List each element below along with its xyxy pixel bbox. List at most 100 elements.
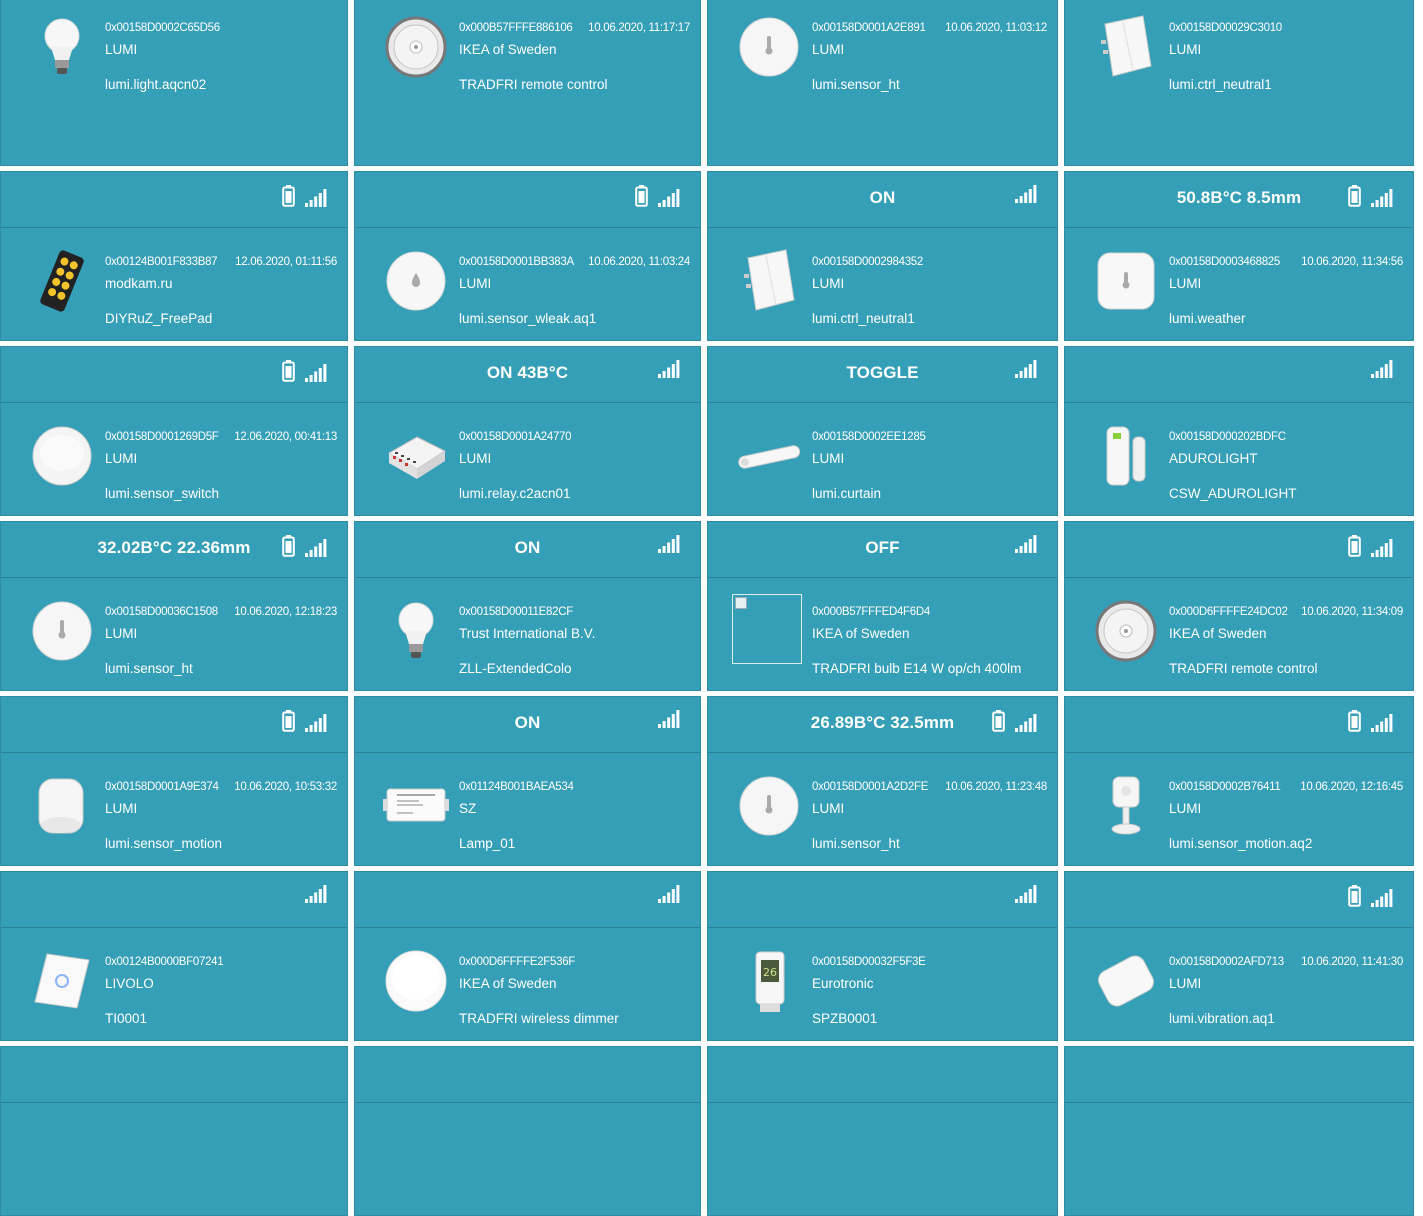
card-body: 0x00158D0001A2E891 10.06.2020, 11:03:12 LU… [708,0,1057,165]
vibration-sensor-icon [1093,948,1159,1014]
device-card[interactable]: ON 0x00158D00011E82CF Trust International … [354,521,701,691]
device-card[interactable]: 0x00158D0002C65D56 LUMI lumi.light.aqcn02 [0,0,348,166]
device-card[interactable]: 0x00158D0001A2E891 10.06.2020, 11:03:12 LU… [707,0,1058,166]
card-body: 0x00158D00029C3010 LUMI lumi.ctrl_neutral1 [1065,0,1413,165]
device-card[interactable]: 0x00158D0001A9E374 10.06.2020, 10:53:32 LU… [0,696,348,866]
device-ieee-address: 0x00158D0001A2E891 [812,22,926,34]
card-body: 0x00158D0002B76411 10.06.2020, 12:16:45 LU… [1065,753,1413,865]
device-ieee-address: 0x00124B001F833B87 [105,256,218,268]
device-card[interactable]: 0x000D6FFFFE24DC02 10.06.2020, 11:34:09 IK… [1064,521,1414,691]
device-ieee-address: 0x00158D0001A24770 [459,431,572,443]
card-body: 0x00158D0001A9E374 10.06.2020, 10:53:32 LU… [1,753,347,865]
card-header [355,172,700,228]
device-card[interactable]: 0x00158D0002AFD713 10.06.2020, 11:41:30 LU… [1064,871,1414,1041]
device-card[interactable] [354,1046,701,1216]
device-model: lumi.sensor_motion.aq2 [1169,836,1313,851]
last-seen-timestamp: 12.06.2020, 01:11:56 [235,256,337,268]
device-card[interactable]: 0x000D6FFFFE2F536F IKEA of Sweden TRADFRI … [354,871,701,1041]
device-manufacturer: Trust International B.V. [459,626,596,641]
card-header [355,1047,700,1103]
card-body: 0x00158D0002C65D56 LUMI lumi.light.aqcn02 [1,0,347,165]
card-body: 0x00158D0002EE1285 LUMI lumi.curtain [708,403,1057,515]
device-card[interactable]: OFF 0x000B57FFFED4F6D4 IKEA of Sweden TRADF… [707,521,1058,691]
last-seen-timestamp: 10.06.2020, 11:34:56 [1301,256,1403,268]
battery-icon [1348,710,1361,737]
signal-icon [1015,360,1037,383]
wall-switch-icon [1093,14,1159,80]
signal-icon [1371,539,1393,562]
device-ieee-address: 0x000D6FFFFE2F536F [459,956,576,968]
device-model: SPZB0001 [812,1011,878,1026]
device-ieee-address: 0x00158D0003468825 [1169,256,1280,268]
card-body: 0x00158D0001BB383A 10.06.2020, 11:03:24 LU… [355,228,700,340]
status-icons [1015,535,1037,558]
device-model: lumi.curtain [812,486,882,501]
status-icons [658,710,680,733]
device-card[interactable]: 0x00158D000202BDFC ADUROLIGHT CSW_ADUROLIG… [1064,346,1414,516]
card-header [1,347,347,403]
device-model: lumi.weather [1169,311,1246,326]
signal-icon [658,535,680,558]
status-icons [282,360,327,387]
device-model: Lamp_01 [459,836,516,851]
status-icons [635,185,680,212]
device-ieee-address: 0x00158D0001A2D2FE [812,781,929,793]
device-manufacturer: LUMI [105,42,138,57]
device-card[interactable]: 50.8B°C 8.5mm 0x00158D0003468825 10.06.202… [1064,171,1414,341]
status-icons [992,710,1037,737]
card-body: 0x00158D0002984352 LUMI lumi.ctrl_neutral1 [708,228,1057,340]
device-card[interactable] [0,1046,348,1216]
device-model: lumi.sensor_ht [812,836,900,851]
card-header [1,697,347,753]
device-card[interactable]: 0x00158D0001269D5F 12.06.2020, 00:41:13 LU… [0,346,348,516]
signal-icon [1015,885,1037,908]
card-body [355,1103,700,1215]
device-card[interactable]: 0x00158D00029C3010 LUMI lumi.ctrl_neutral1 [1064,0,1414,166]
device-ieee-address: 0x00124B0000BF07241 [105,956,224,968]
device-model: DIYRuZ_FreePad [105,311,213,326]
device-card[interactable]: ON 0x01124B001BAEA534 SZ Lamp_01 [354,696,701,866]
last-seen-timestamp: 10.06.2020, 11:41:30 [1301,956,1403,968]
device-manufacturer: LUMI [1169,42,1202,57]
card-header: OFF [708,522,1057,578]
dimmer-icon [383,948,449,1014]
card-header [1065,347,1413,403]
last-seen-timestamp: 10.06.2020, 11:17:17 [588,22,690,34]
device-card[interactable]: ON 43B°C 0x00158D0001A24770 LUMI lumi.relay… [354,346,701,516]
wall-switch-icon [736,248,802,314]
last-seen-timestamp: 10.06.2020, 11:34:09 [1301,606,1403,618]
device-card[interactable]: 26.89B°C 32.5mm 0x00158D0001A2D2FE 10.06.2… [707,696,1058,866]
device-card[interactable]: 26 0x00158D00032F5F3E Eurotronic SPZB0001 [707,871,1058,1041]
device-card[interactable]: 0x00158D0002B76411 10.06.2020, 12:16:45 LU… [1064,696,1414,866]
card-body: 26 0x00158D00032F5F3E Eurotronic SPZB0001 [708,928,1057,1040]
card-body: 0x000B57FFFED4F6D4 IKEA of Sweden TRADFRI … [708,578,1057,690]
device-card[interactable] [1064,1046,1414,1216]
device-card[interactable]: ON 0x00158D0002984352 LUMI lumi.ctrl_neutra… [707,171,1058,341]
device-model: lumi.relay.c2acn01 [459,486,571,501]
device-card[interactable] [707,1046,1058,1216]
battery-icon [282,535,295,562]
device-manufacturer: LUMI [459,451,492,466]
device-card[interactable]: 32.02B°C 22.36mm 0x00158D00036C1508 10.06.… [0,521,348,691]
water-leak-icon [383,248,449,314]
card-body: 0x00158D0001A2D2FE 10.06.2020, 11:23:48 LU… [708,753,1057,865]
status-icons [282,185,327,212]
card-body: 0x00158D000202BDFC ADUROLIGHT CSW_ADUROLIG… [1065,403,1413,515]
device-card[interactable]: 0x00158D0001BB383A 10.06.2020, 11:03:24 LU… [354,171,701,341]
signal-icon [658,189,680,212]
relay-icon [383,423,449,489]
device-manufacturer: LUMI [459,276,492,291]
device-ieee-address: 0x00158D0002EE1285 [812,431,926,443]
battery-icon [1348,885,1361,912]
device-ieee-address: 0x00158D00036C1508 [105,606,218,618]
device-card[interactable]: 0x000B57FFFE886106 10.06.2020, 11:17:17 IK… [354,0,701,166]
signal-icon [305,539,327,562]
status-icons [282,535,327,562]
device-ieee-address: 0x00158D0001A9E374 [105,781,219,793]
battery-icon [635,185,648,212]
device-card[interactable]: 0x00124B0000BF07241 LIVOLO TI0001 [0,871,348,1041]
device-model: lumi.sensor_motion [105,836,223,851]
device-card[interactable]: 0x00124B001F833B87 12.06.2020, 01:11:56 mo… [0,171,348,341]
device-manufacturer: IKEA of Sweden [459,976,557,991]
device-card[interactable]: TOGGLE 0x00158D0002EE1285 LUMI lumi.curtain [707,346,1058,516]
